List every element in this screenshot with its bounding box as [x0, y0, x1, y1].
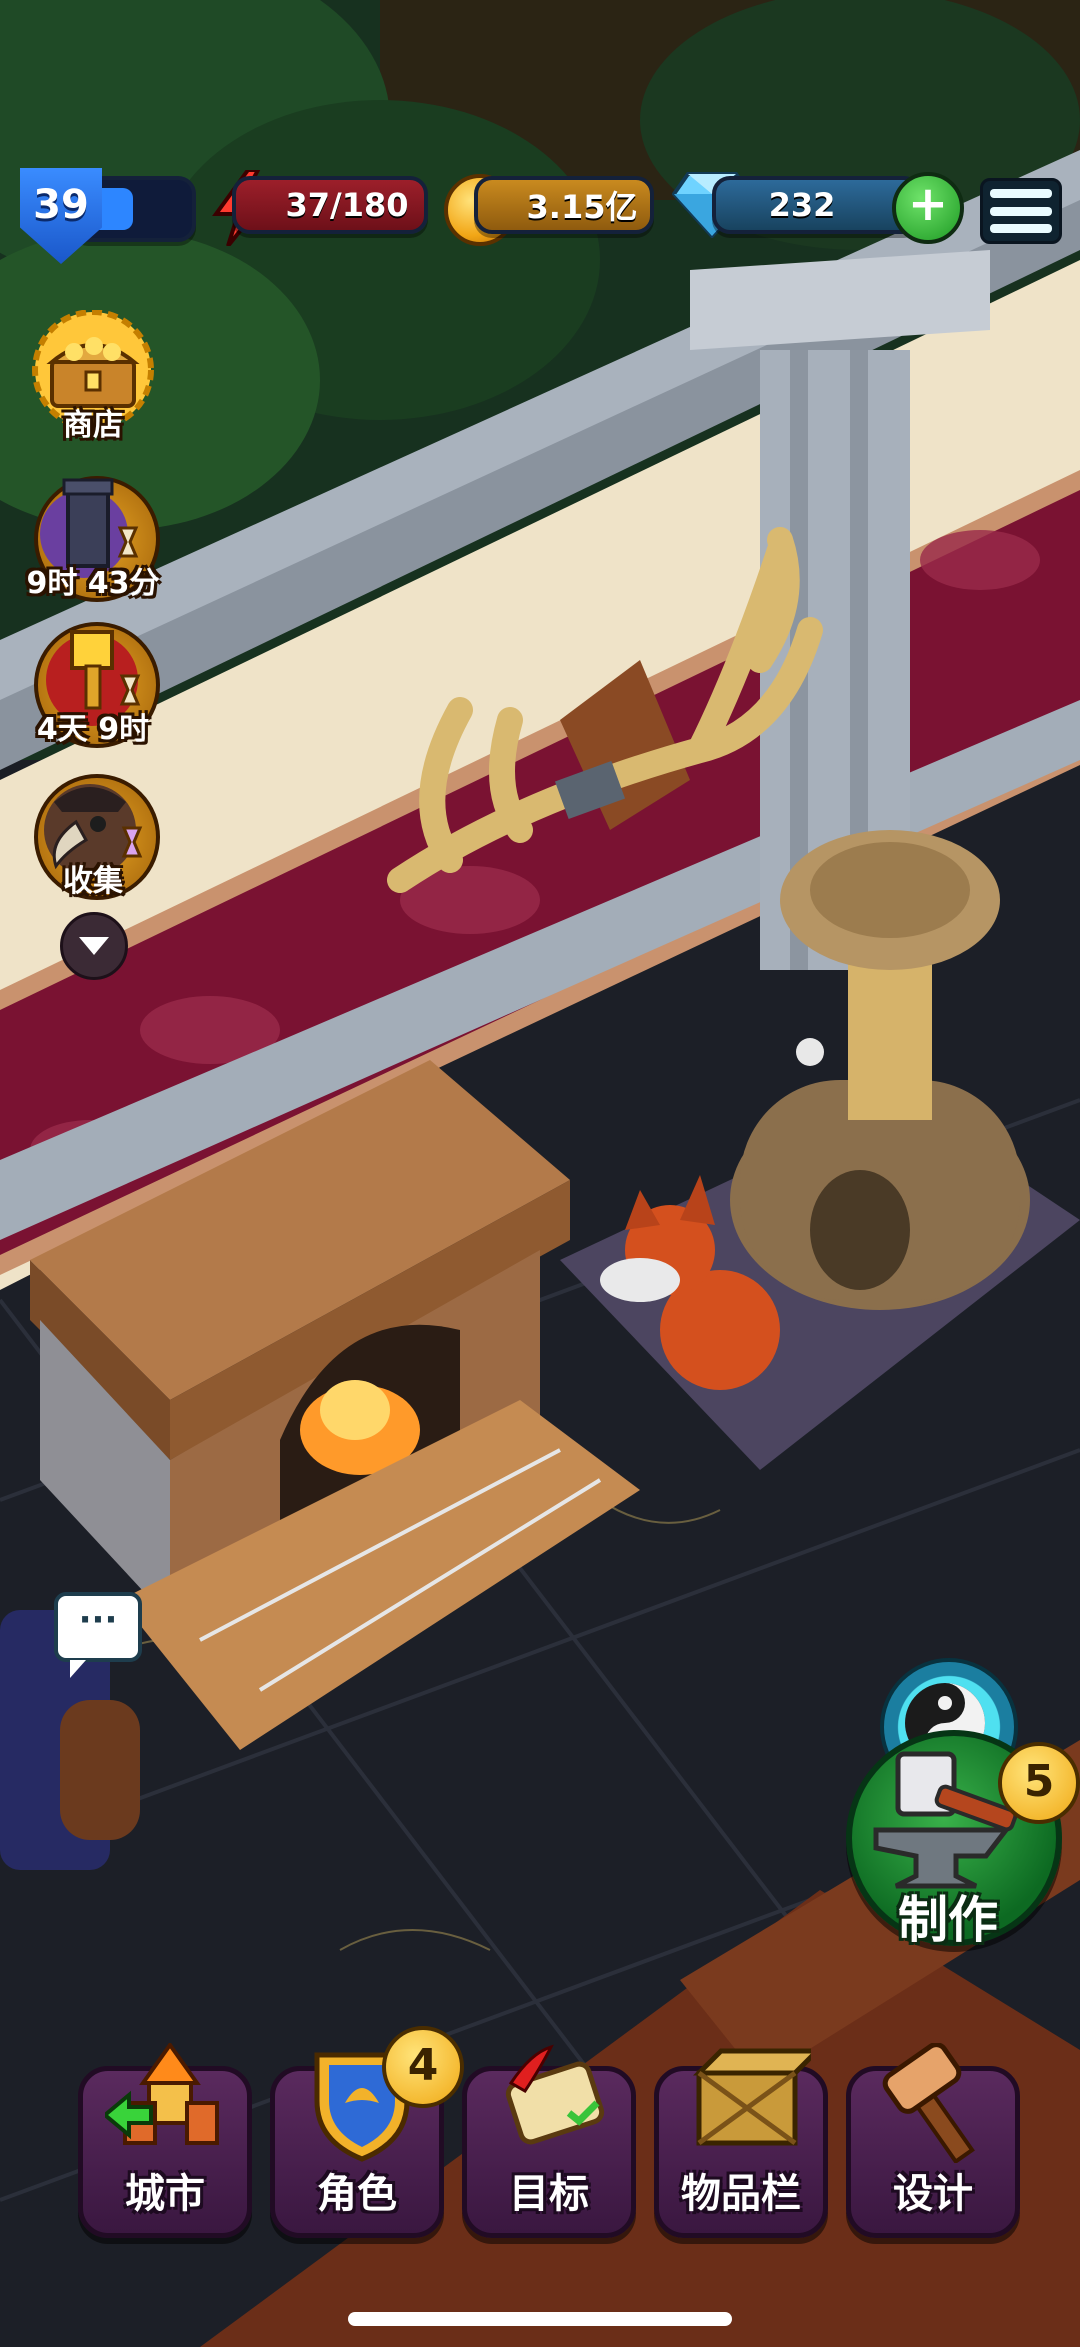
inventory-button[interactable]: 物品栏 [654, 2048, 828, 2238]
tower-event-button[interactable]: 9时 43分 [24, 468, 162, 608]
crate-icon [692, 2048, 811, 2146]
game-scene [0, 0, 1080, 2347]
menu-icon-line [990, 223, 1052, 233]
tower-timer: 9时 43分 [26, 566, 160, 601]
menu-icon-line [990, 206, 1052, 216]
gold-value: 3.15亿 [526, 188, 638, 226]
craft-count-badge: 5 [998, 1742, 1080, 1824]
design-label: 设计 [893, 2171, 973, 2217]
city-label: 城市 [125, 2171, 205, 2217]
energy-value: 37/180 [285, 186, 409, 224]
menu-icon-line [990, 189, 1052, 199]
gem-counter[interactable]: 232 [712, 176, 922, 234]
collection-button[interactable]: 收集 [24, 766, 162, 906]
gold-counter[interactable]: 3.15亿 [474, 176, 654, 234]
main-menu-button[interactable] [980, 178, 1062, 244]
role-count-badge: 4 [382, 2026, 464, 2108]
mallet-icon [882, 2043, 975, 2163]
role-label: 角色 [317, 2171, 397, 2217]
goals-button[interactable]: 目标 [462, 2044, 636, 2238]
goals-label: 目标 [509, 2171, 589, 2217]
design-button[interactable]: 设计 [846, 2043, 1020, 2238]
inventory-label: 物品栏 [681, 2171, 801, 2217]
chat-button[interactable]: ··· [54, 1592, 142, 1678]
city-castle-icon [105, 2043, 219, 2145]
hammer-timer: 4天 9时 [36, 712, 150, 747]
level-number: 39 [33, 182, 89, 228]
hammer-event-button[interactable]: 4天 9时 [24, 614, 162, 754]
energy-counter[interactable]: 37/180 [232, 176, 428, 234]
gem-value: 232 [768, 186, 836, 224]
shop-button[interactable]: 商店 [24, 310, 162, 450]
scroll-quill-icon [505, 2044, 605, 2145]
add-gems-button[interactable]: + [892, 172, 964, 244]
city-button[interactable]: 城市 [78, 2043, 252, 2238]
home-indicator[interactable] [348, 2312, 732, 2326]
expand-left-menu-button[interactable] [60, 912, 128, 980]
shop-label: 商店 [63, 408, 123, 443]
collection-label: 收集 [63, 864, 123, 899]
craft-label: 制作 [898, 1891, 998, 1949]
